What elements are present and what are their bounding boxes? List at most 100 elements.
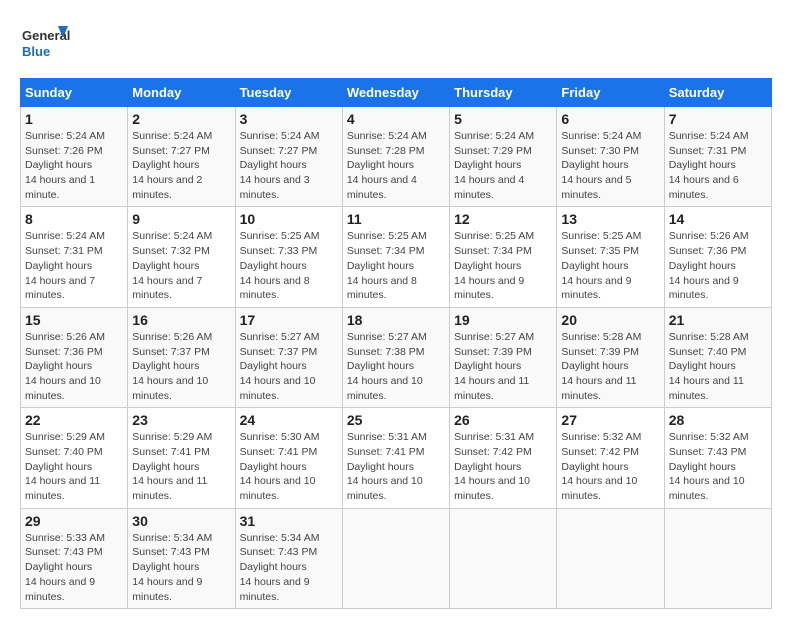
calendar-week-row: 1 Sunrise: 5:24 AM Sunset: 7:26 PM Dayli… bbox=[21, 107, 772, 207]
day-number: 18 bbox=[347, 312, 445, 328]
day-info: Sunrise: 5:31 AM Sunset: 7:41 PM Dayligh… bbox=[347, 430, 445, 503]
day-number: 5 bbox=[454, 111, 552, 127]
day-info: Sunrise: 5:34 AM Sunset: 7:43 PM Dayligh… bbox=[240, 531, 338, 604]
day-info: Sunrise: 5:34 AM Sunset: 7:43 PM Dayligh… bbox=[132, 531, 230, 604]
day-info: Sunrise: 5:24 AM Sunset: 7:27 PM Dayligh… bbox=[132, 129, 230, 202]
calendar-table: SundayMondayTuesdayWednesdayThursdayFrid… bbox=[20, 78, 772, 609]
day-info: Sunrise: 5:33 AM Sunset: 7:43 PM Dayligh… bbox=[25, 531, 123, 604]
day-number: 15 bbox=[25, 312, 123, 328]
calendar-cell: 18 Sunrise: 5:27 AM Sunset: 7:38 PM Dayl… bbox=[342, 307, 449, 407]
calendar-cell: 8 Sunrise: 5:24 AM Sunset: 7:31 PM Dayli… bbox=[21, 207, 128, 307]
calendar-cell: 14 Sunrise: 5:26 AM Sunset: 7:36 PM Dayl… bbox=[664, 207, 771, 307]
day-info: Sunrise: 5:32 AM Sunset: 7:42 PM Dayligh… bbox=[561, 430, 659, 503]
calendar-cell: 23 Sunrise: 5:29 AM Sunset: 7:41 PM Dayl… bbox=[128, 408, 235, 508]
day-info: Sunrise: 5:25 AM Sunset: 7:33 PM Dayligh… bbox=[240, 229, 338, 302]
day-info: Sunrise: 5:24 AM Sunset: 7:27 PM Dayligh… bbox=[240, 129, 338, 202]
day-info: Sunrise: 5:25 AM Sunset: 7:34 PM Dayligh… bbox=[454, 229, 552, 302]
header-wednesday: Wednesday bbox=[342, 79, 449, 107]
calendar-cell: 11 Sunrise: 5:25 AM Sunset: 7:34 PM Dayl… bbox=[342, 207, 449, 307]
calendar-cell: 7 Sunrise: 5:24 AM Sunset: 7:31 PM Dayli… bbox=[664, 107, 771, 207]
logo-svg: General Blue bbox=[20, 20, 70, 70]
calendar-cell: 30 Sunrise: 5:34 AM Sunset: 7:43 PM Dayl… bbox=[128, 508, 235, 608]
calendar-cell: 26 Sunrise: 5:31 AM Sunset: 7:42 PM Dayl… bbox=[450, 408, 557, 508]
header-thursday: Thursday bbox=[450, 79, 557, 107]
calendar-cell: 27 Sunrise: 5:32 AM Sunset: 7:42 PM Dayl… bbox=[557, 408, 664, 508]
day-number: 12 bbox=[454, 211, 552, 227]
calendar-cell: 9 Sunrise: 5:24 AM Sunset: 7:32 PM Dayli… bbox=[128, 207, 235, 307]
calendar-cell: 12 Sunrise: 5:25 AM Sunset: 7:34 PM Dayl… bbox=[450, 207, 557, 307]
day-number: 6 bbox=[561, 111, 659, 127]
day-number: 1 bbox=[25, 111, 123, 127]
calendar-cell: 13 Sunrise: 5:25 AM Sunset: 7:35 PM Dayl… bbox=[557, 207, 664, 307]
day-number: 28 bbox=[669, 412, 767, 428]
day-number: 17 bbox=[240, 312, 338, 328]
calendar-cell: 28 Sunrise: 5:32 AM Sunset: 7:43 PM Dayl… bbox=[664, 408, 771, 508]
day-info: Sunrise: 5:24 AM Sunset: 7:26 PM Dayligh… bbox=[25, 129, 123, 202]
day-info: Sunrise: 5:30 AM Sunset: 7:41 PM Dayligh… bbox=[240, 430, 338, 503]
day-info: Sunrise: 5:29 AM Sunset: 7:40 PM Dayligh… bbox=[25, 430, 123, 503]
day-info: Sunrise: 5:28 AM Sunset: 7:39 PM Dayligh… bbox=[561, 330, 659, 403]
day-info: Sunrise: 5:24 AM Sunset: 7:32 PM Dayligh… bbox=[132, 229, 230, 302]
day-number: 10 bbox=[240, 211, 338, 227]
day-info: Sunrise: 5:24 AM Sunset: 7:30 PM Dayligh… bbox=[561, 129, 659, 202]
day-info: Sunrise: 5:29 AM Sunset: 7:41 PM Dayligh… bbox=[132, 430, 230, 503]
svg-text:Blue: Blue bbox=[22, 44, 50, 59]
day-info: Sunrise: 5:28 AM Sunset: 7:40 PM Dayligh… bbox=[669, 330, 767, 403]
calendar-cell: 31 Sunrise: 5:34 AM Sunset: 7:43 PM Dayl… bbox=[235, 508, 342, 608]
day-number: 26 bbox=[454, 412, 552, 428]
day-info: Sunrise: 5:27 AM Sunset: 7:38 PM Dayligh… bbox=[347, 330, 445, 403]
day-info: Sunrise: 5:24 AM Sunset: 7:29 PM Dayligh… bbox=[454, 129, 552, 202]
header-saturday: Saturday bbox=[664, 79, 771, 107]
day-info: Sunrise: 5:25 AM Sunset: 7:35 PM Dayligh… bbox=[561, 229, 659, 302]
day-number: 23 bbox=[132, 412, 230, 428]
calendar-cell: 10 Sunrise: 5:25 AM Sunset: 7:33 PM Dayl… bbox=[235, 207, 342, 307]
day-info: Sunrise: 5:25 AM Sunset: 7:34 PM Dayligh… bbox=[347, 229, 445, 302]
page-header: General Blue bbox=[20, 20, 772, 70]
calendar-cell: 6 Sunrise: 5:24 AM Sunset: 7:30 PM Dayli… bbox=[557, 107, 664, 207]
day-number: 4 bbox=[347, 111, 445, 127]
day-number: 21 bbox=[669, 312, 767, 328]
day-info: Sunrise: 5:26 AM Sunset: 7:36 PM Dayligh… bbox=[669, 229, 767, 302]
calendar-cell: 29 Sunrise: 5:33 AM Sunset: 7:43 PM Dayl… bbox=[21, 508, 128, 608]
calendar-cell: 15 Sunrise: 5:26 AM Sunset: 7:36 PM Dayl… bbox=[21, 307, 128, 407]
day-number: 29 bbox=[25, 513, 123, 529]
calendar-week-row: 8 Sunrise: 5:24 AM Sunset: 7:31 PM Dayli… bbox=[21, 207, 772, 307]
day-info: Sunrise: 5:32 AM Sunset: 7:43 PM Dayligh… bbox=[669, 430, 767, 503]
day-number: 25 bbox=[347, 412, 445, 428]
day-number: 30 bbox=[132, 513, 230, 529]
day-info: Sunrise: 5:26 AM Sunset: 7:37 PM Dayligh… bbox=[132, 330, 230, 403]
day-number: 27 bbox=[561, 412, 659, 428]
day-number: 13 bbox=[561, 211, 659, 227]
calendar-cell bbox=[557, 508, 664, 608]
calendar-cell: 2 Sunrise: 5:24 AM Sunset: 7:27 PM Dayli… bbox=[128, 107, 235, 207]
day-info: Sunrise: 5:27 AM Sunset: 7:37 PM Dayligh… bbox=[240, 330, 338, 403]
calendar-cell bbox=[450, 508, 557, 608]
calendar-cell: 17 Sunrise: 5:27 AM Sunset: 7:37 PM Dayl… bbox=[235, 307, 342, 407]
calendar-cell: 3 Sunrise: 5:24 AM Sunset: 7:27 PM Dayli… bbox=[235, 107, 342, 207]
logo: General Blue bbox=[20, 20, 70, 70]
calendar-cell bbox=[664, 508, 771, 608]
calendar-cell: 5 Sunrise: 5:24 AM Sunset: 7:29 PM Dayli… bbox=[450, 107, 557, 207]
day-number: 3 bbox=[240, 111, 338, 127]
calendar-header-row: SundayMondayTuesdayWednesdayThursdayFrid… bbox=[21, 79, 772, 107]
calendar-cell: 1 Sunrise: 5:24 AM Sunset: 7:26 PM Dayli… bbox=[21, 107, 128, 207]
day-info: Sunrise: 5:31 AM Sunset: 7:42 PM Dayligh… bbox=[454, 430, 552, 503]
header-tuesday: Tuesday bbox=[235, 79, 342, 107]
calendar-week-row: 22 Sunrise: 5:29 AM Sunset: 7:40 PM Dayl… bbox=[21, 408, 772, 508]
day-number: 11 bbox=[347, 211, 445, 227]
day-number: 19 bbox=[454, 312, 552, 328]
calendar-cell: 19 Sunrise: 5:27 AM Sunset: 7:39 PM Dayl… bbox=[450, 307, 557, 407]
calendar-cell bbox=[342, 508, 449, 608]
day-number: 7 bbox=[669, 111, 767, 127]
calendar-cell: 20 Sunrise: 5:28 AM Sunset: 7:39 PM Dayl… bbox=[557, 307, 664, 407]
day-number: 31 bbox=[240, 513, 338, 529]
day-info: Sunrise: 5:27 AM Sunset: 7:39 PM Dayligh… bbox=[454, 330, 552, 403]
day-number: 14 bbox=[669, 211, 767, 227]
day-number: 9 bbox=[132, 211, 230, 227]
calendar-cell: 21 Sunrise: 5:28 AM Sunset: 7:40 PM Dayl… bbox=[664, 307, 771, 407]
header-monday: Monday bbox=[128, 79, 235, 107]
calendar-cell: 24 Sunrise: 5:30 AM Sunset: 7:41 PM Dayl… bbox=[235, 408, 342, 508]
day-info: Sunrise: 5:24 AM Sunset: 7:31 PM Dayligh… bbox=[669, 129, 767, 202]
calendar-week-row: 29 Sunrise: 5:33 AM Sunset: 7:43 PM Dayl… bbox=[21, 508, 772, 608]
day-number: 16 bbox=[132, 312, 230, 328]
